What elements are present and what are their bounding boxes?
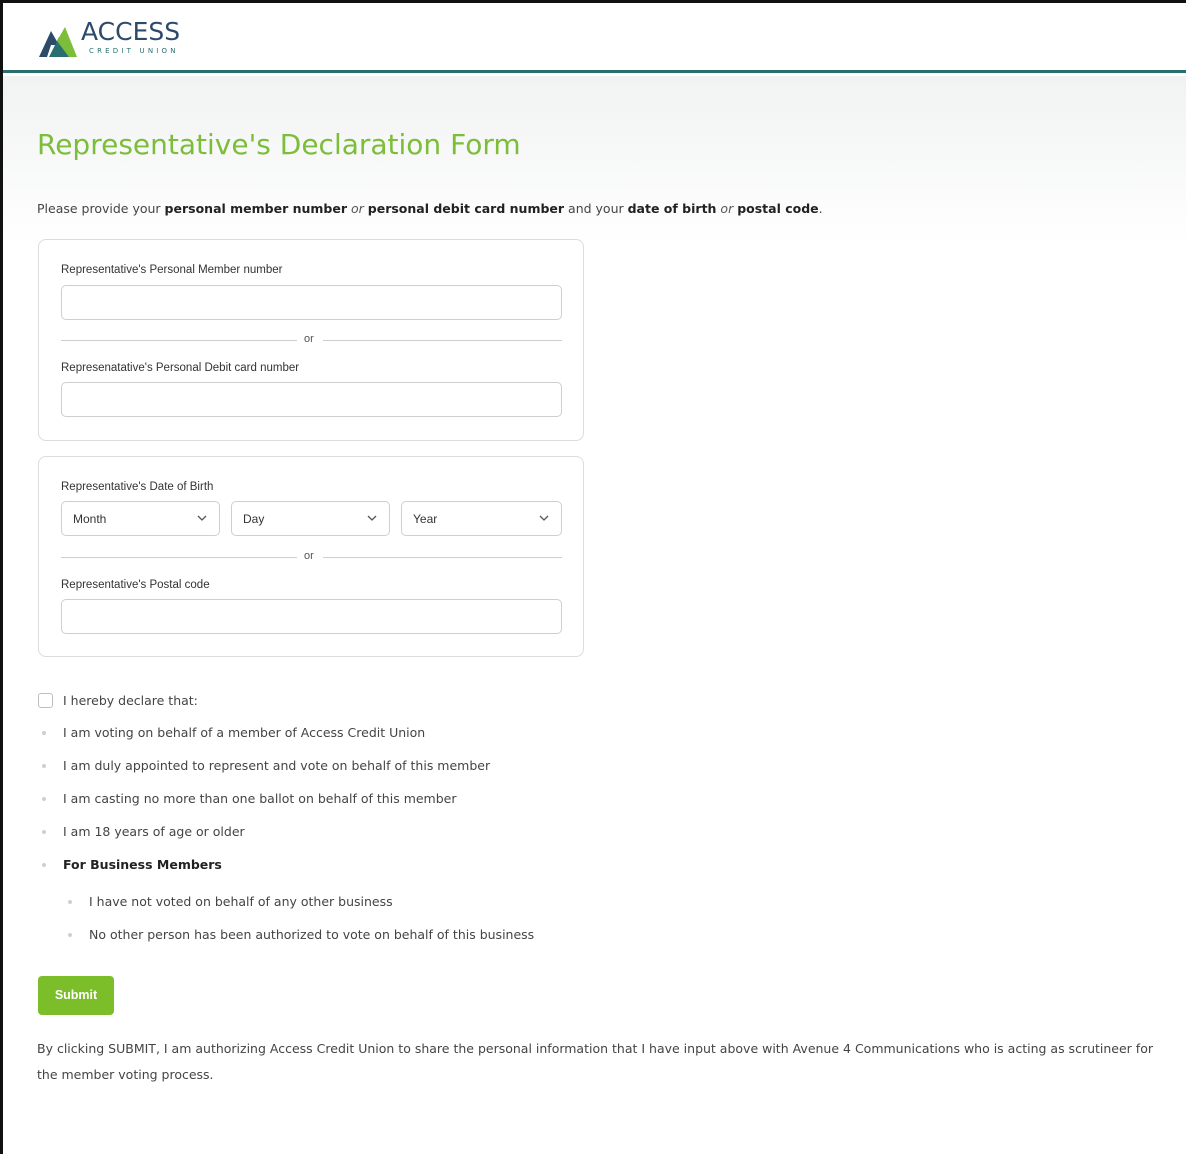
business-members-heading: For Business Members bbox=[42, 857, 222, 872]
page-title: Representative's Declaration Form bbox=[37, 128, 521, 161]
or-text: or bbox=[304, 550, 314, 562]
declaration-checkbox[interactable] bbox=[38, 693, 53, 708]
debit-card-label: Represenatative's Personal Debit card nu… bbox=[61, 362, 300, 374]
list-item: I have not voted on behalf of any other … bbox=[68, 894, 393, 909]
or-text: or bbox=[304, 333, 314, 345]
chevron-down-icon bbox=[197, 515, 207, 521]
list-item: No other person has been authorized to v… bbox=[68, 927, 534, 942]
list-item: I am voting on behalf of a member of Acc… bbox=[42, 725, 425, 740]
consent-text: By clicking SUBMIT, I am authorizing Acc… bbox=[37, 1041, 1153, 1082]
logo-subtitle: CREDIT UNION bbox=[89, 47, 179, 55]
postal-code-label: Representative's Postal code bbox=[61, 579, 210, 591]
access-credit-union-logo[interactable]: ACCESS CREDIT UNION bbox=[37, 17, 180, 61]
logo-wordmark: ACCESS bbox=[81, 17, 181, 46]
intro-text: Please provide your personal member numb… bbox=[37, 201, 823, 216]
site-header: ACCESS CREDIT UNION bbox=[3, 3, 1186, 73]
postal-code-input[interactable] bbox=[61, 599, 562, 634]
debit-card-input[interactable] bbox=[61, 382, 562, 417]
declaration-checkbox-row[interactable]: I hereby declare that: bbox=[38, 693, 198, 708]
month-select[interactable]: Month bbox=[61, 501, 220, 536]
day-value: Day bbox=[243, 512, 265, 526]
day-select[interactable]: Day bbox=[231, 501, 390, 536]
hero-background bbox=[3, 76, 1186, 246]
member-number-label: Representative's Personal Member number bbox=[61, 264, 283, 276]
chevron-down-icon bbox=[367, 515, 377, 521]
list-item: I am duly appointed to represent and vot… bbox=[42, 758, 490, 773]
declaration-label: I hereby declare that: bbox=[63, 693, 198, 708]
dob-postal-card: Representative's Date of Birth Month Day… bbox=[38, 456, 584, 657]
year-value: Year bbox=[413, 512, 438, 526]
dob-label: Representative's Date of Birth bbox=[61, 481, 214, 493]
list-item: I am 18 years of age or older bbox=[42, 824, 245, 839]
member-number-card: Representative's Personal Member number … bbox=[38, 239, 584, 441]
list-item: I am casting no more than one ballot on … bbox=[42, 791, 457, 806]
access-mountain-logo-icon bbox=[39, 27, 77, 57]
chevron-down-icon bbox=[539, 515, 549, 521]
or-divider: or bbox=[61, 550, 562, 564]
member-number-input[interactable] bbox=[61, 285, 562, 320]
month-value: Month bbox=[73, 512, 107, 526]
or-divider: or bbox=[61, 333, 562, 347]
year-select[interactable]: Year bbox=[401, 501, 562, 536]
submit-button[interactable]: Submit bbox=[38, 976, 114, 1015]
